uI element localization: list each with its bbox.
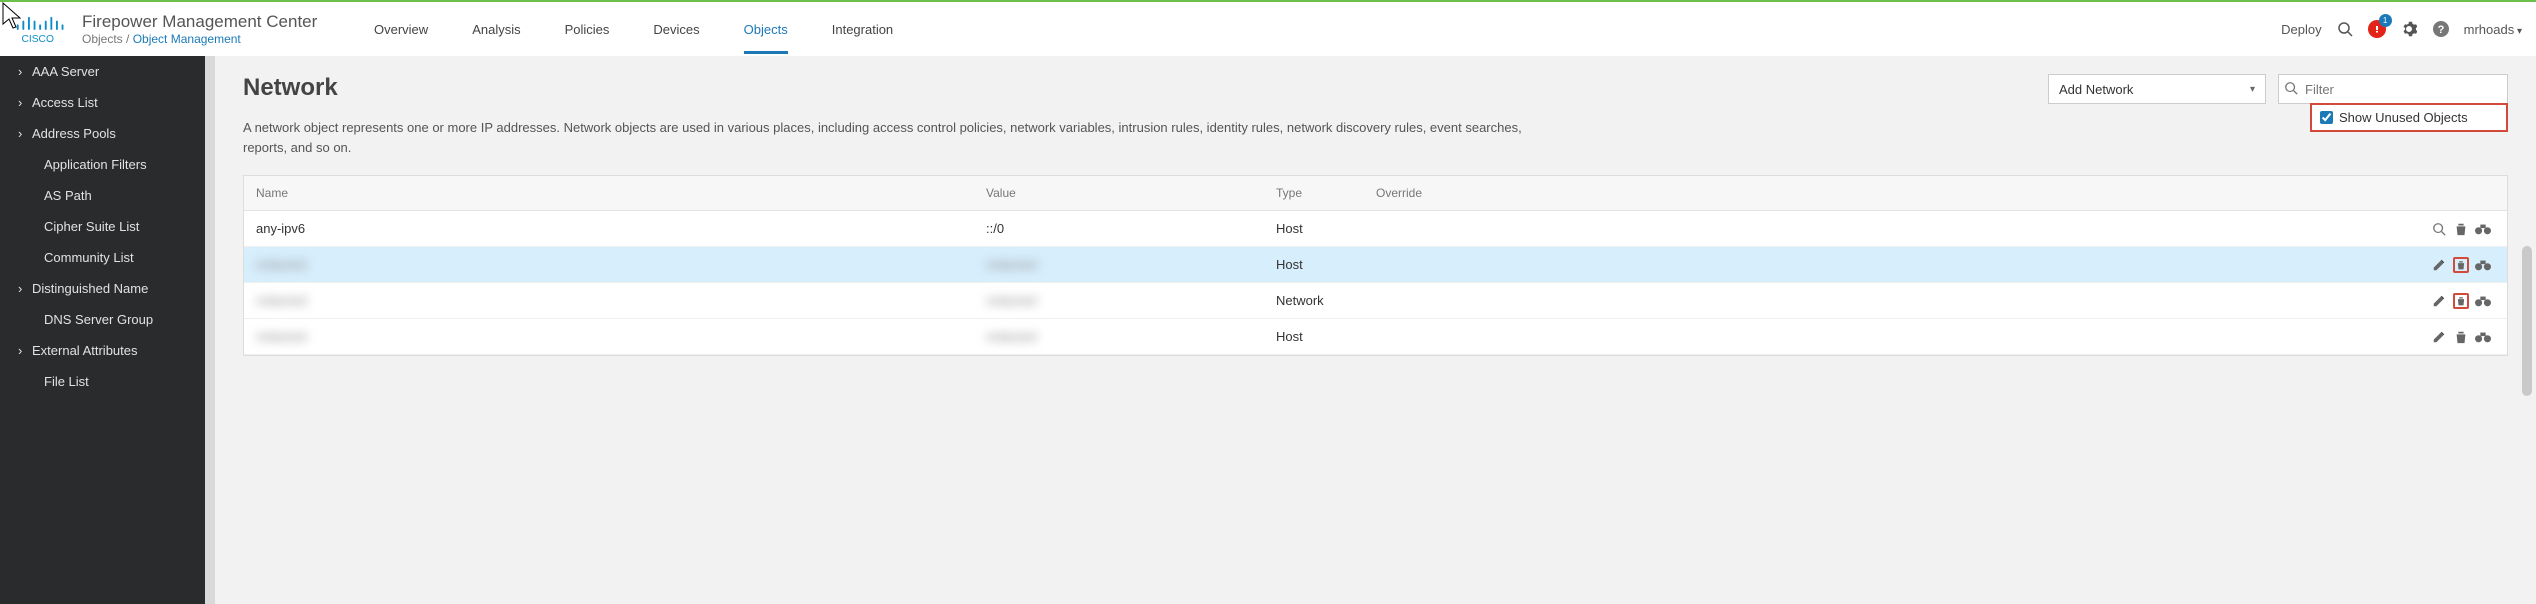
topnav-integration[interactable]: Integration (832, 4, 893, 54)
cell-override (1364, 327, 1444, 347)
add-network-dropdown[interactable]: Add Network (2048, 74, 2266, 104)
breadcrumb-current[interactable]: Object Management (133, 32, 241, 46)
sidebar-item-address-pools[interactable]: › Address Pools (0, 118, 215, 149)
topnav-policies[interactable]: Policies (565, 4, 610, 54)
topnav-overview[interactable]: Overview (374, 4, 428, 54)
sidebar-item-label: Community List (44, 250, 134, 265)
sidebar-item-label: Access List (32, 95, 98, 110)
sidebar-item-distinguished-name[interactable]: › Distinguished Name (0, 273, 215, 304)
objects-table: Name Value Type Override any-ipv6::/0Hos… (243, 175, 2508, 356)
sidebar-item-application-filters[interactable]: Application Filters (0, 149, 215, 180)
help-icon[interactable]: ? (2432, 20, 2450, 38)
table-header: Name Value Type Override (244, 176, 2507, 211)
cell-type: Host (1264, 247, 1364, 282)
table-row[interactable]: redactedredactedHost (244, 319, 2507, 355)
edit-icon[interactable] (2431, 329, 2447, 345)
cell-name: redacted (244, 319, 974, 354)
delete-icon[interactable] (2453, 293, 2469, 309)
cell-name: any-ipv6 (244, 211, 974, 246)
cell-override (1364, 291, 1444, 311)
sidebar-item-label: DNS Server Group (44, 312, 153, 327)
deploy-button[interactable]: Deploy (2281, 22, 2321, 37)
edit-icon[interactable] (2431, 293, 2447, 309)
sidebar-item-dns-server-group[interactable]: DNS Server Group (0, 304, 215, 335)
delete-icon[interactable] (2453, 257, 2469, 273)
cell-value: redacted (974, 247, 1264, 282)
topnav: Overview Analysis Policies Devices Objects In… (374, 4, 893, 54)
sidebar-item-as-path[interactable]: AS Path (0, 180, 215, 211)
chevron-right-icon: › (18, 126, 26, 141)
search-icon[interactable] (2336, 20, 2354, 38)
col-value[interactable]: Value (974, 176, 1264, 210)
cell-type: Host (1264, 211, 1364, 246)
cell-name: redacted (244, 283, 974, 318)
cell-override (1364, 255, 1444, 275)
alert-badge: 1 (2379, 14, 2392, 27)
show-unused-checkbox[interactable] (2320, 111, 2333, 124)
chevron-right-icon: › (18, 64, 26, 79)
sidebar-item-label: File List (44, 374, 89, 389)
col-name[interactable]: Name (244, 176, 974, 210)
show-unused-label: Show Unused Objects (2339, 110, 2468, 125)
chevron-right-icon: › (18, 343, 26, 358)
topnav-devices[interactable]: Devices (653, 4, 699, 54)
view-icon[interactable] (2431, 221, 2447, 237)
breadcrumb: Objects / Object Management (82, 32, 317, 46)
col-type[interactable]: Type (1264, 176, 1364, 210)
cell-name: redacted (244, 247, 974, 282)
table-row[interactable]: any-ipv6::/0Host (244, 211, 2507, 247)
sidebar-item-label: External Attributes (32, 343, 138, 358)
sidebar-item-community-list[interactable]: Community List (0, 242, 215, 273)
sidebar-item-label: Address Pools (32, 126, 116, 141)
col-override[interactable]: Override (1364, 176, 1444, 210)
sidebar-item-label: AAA Server (32, 64, 99, 79)
page-description: A network object represents one or more … (243, 118, 1523, 157)
topnav-objects[interactable]: Objects (744, 4, 788, 54)
cursor-icon (2, 2, 24, 30)
binoculars-icon[interactable] (2475, 329, 2491, 345)
chevron-right-icon: › (18, 95, 26, 110)
topnav-analysis[interactable]: Analysis (472, 4, 520, 54)
delete-icon[interactable] (2453, 221, 2469, 237)
cell-value: ::/0 (974, 211, 1264, 246)
sidebar-item-label: AS Path (44, 188, 92, 203)
topbar: CISCO Firepower Management Center Object… (0, 0, 2536, 56)
main-content: Network Add Network Show Unused Objects (215, 56, 2536, 604)
cell-value: redacted (974, 283, 1264, 318)
page-title: Network (243, 74, 338, 102)
edit-icon[interactable] (2431, 257, 2447, 273)
alert-icon[interactable]: 1 (2368, 20, 2386, 38)
svg-text:?: ? (2437, 24, 2444, 36)
table-row[interactable]: redactedredactedHost (244, 247, 2507, 283)
binoculars-icon[interactable] (2475, 221, 2491, 237)
sidebar-item-file-list[interactable]: File List (0, 366, 215, 397)
sidebar-item-label: Cipher Suite List (44, 219, 139, 234)
sidebar-item-label: Distinguished Name (32, 281, 148, 296)
gear-icon[interactable] (2400, 20, 2418, 38)
search-icon (2284, 81, 2298, 98)
binoculars-icon[interactable] (2475, 293, 2491, 309)
chevron-right-icon: › (18, 281, 26, 296)
binoculars-icon[interactable] (2475, 257, 2491, 273)
user-menu[interactable]: mrhoads (2464, 22, 2522, 37)
sidebar-item-access-list[interactable]: › Access List (0, 87, 215, 118)
sidebar-item-label: Application Filters (44, 157, 147, 172)
breadcrumb-root[interactable]: Objects (82, 32, 123, 46)
cell-value: redacted (974, 319, 1264, 354)
sidebar-item-aaa-server[interactable]: › AAA Server (0, 56, 215, 87)
table-row[interactable]: redactedredactedNetwork (244, 283, 2507, 319)
scrollbar[interactable] (2522, 246, 2532, 396)
cell-override (1364, 219, 1444, 239)
cell-type: Network (1264, 283, 1364, 318)
sidebar-item-external-attributes[interactable]: › External Attributes (0, 335, 215, 366)
filter-input[interactable] (2278, 74, 2508, 104)
svg-text:CISCO: CISCO (21, 34, 53, 45)
sidebar-item-cipher-suite-list[interactable]: Cipher Suite List (0, 211, 215, 242)
show-unused-popup: Show Unused Objects (2310, 103, 2508, 132)
app-title: Firepower Management Center (82, 12, 317, 32)
sidebar: › AAA Server › Access List › Address Pools App… (0, 56, 215, 604)
cell-type: Host (1264, 319, 1364, 354)
delete-icon[interactable] (2453, 329, 2469, 345)
